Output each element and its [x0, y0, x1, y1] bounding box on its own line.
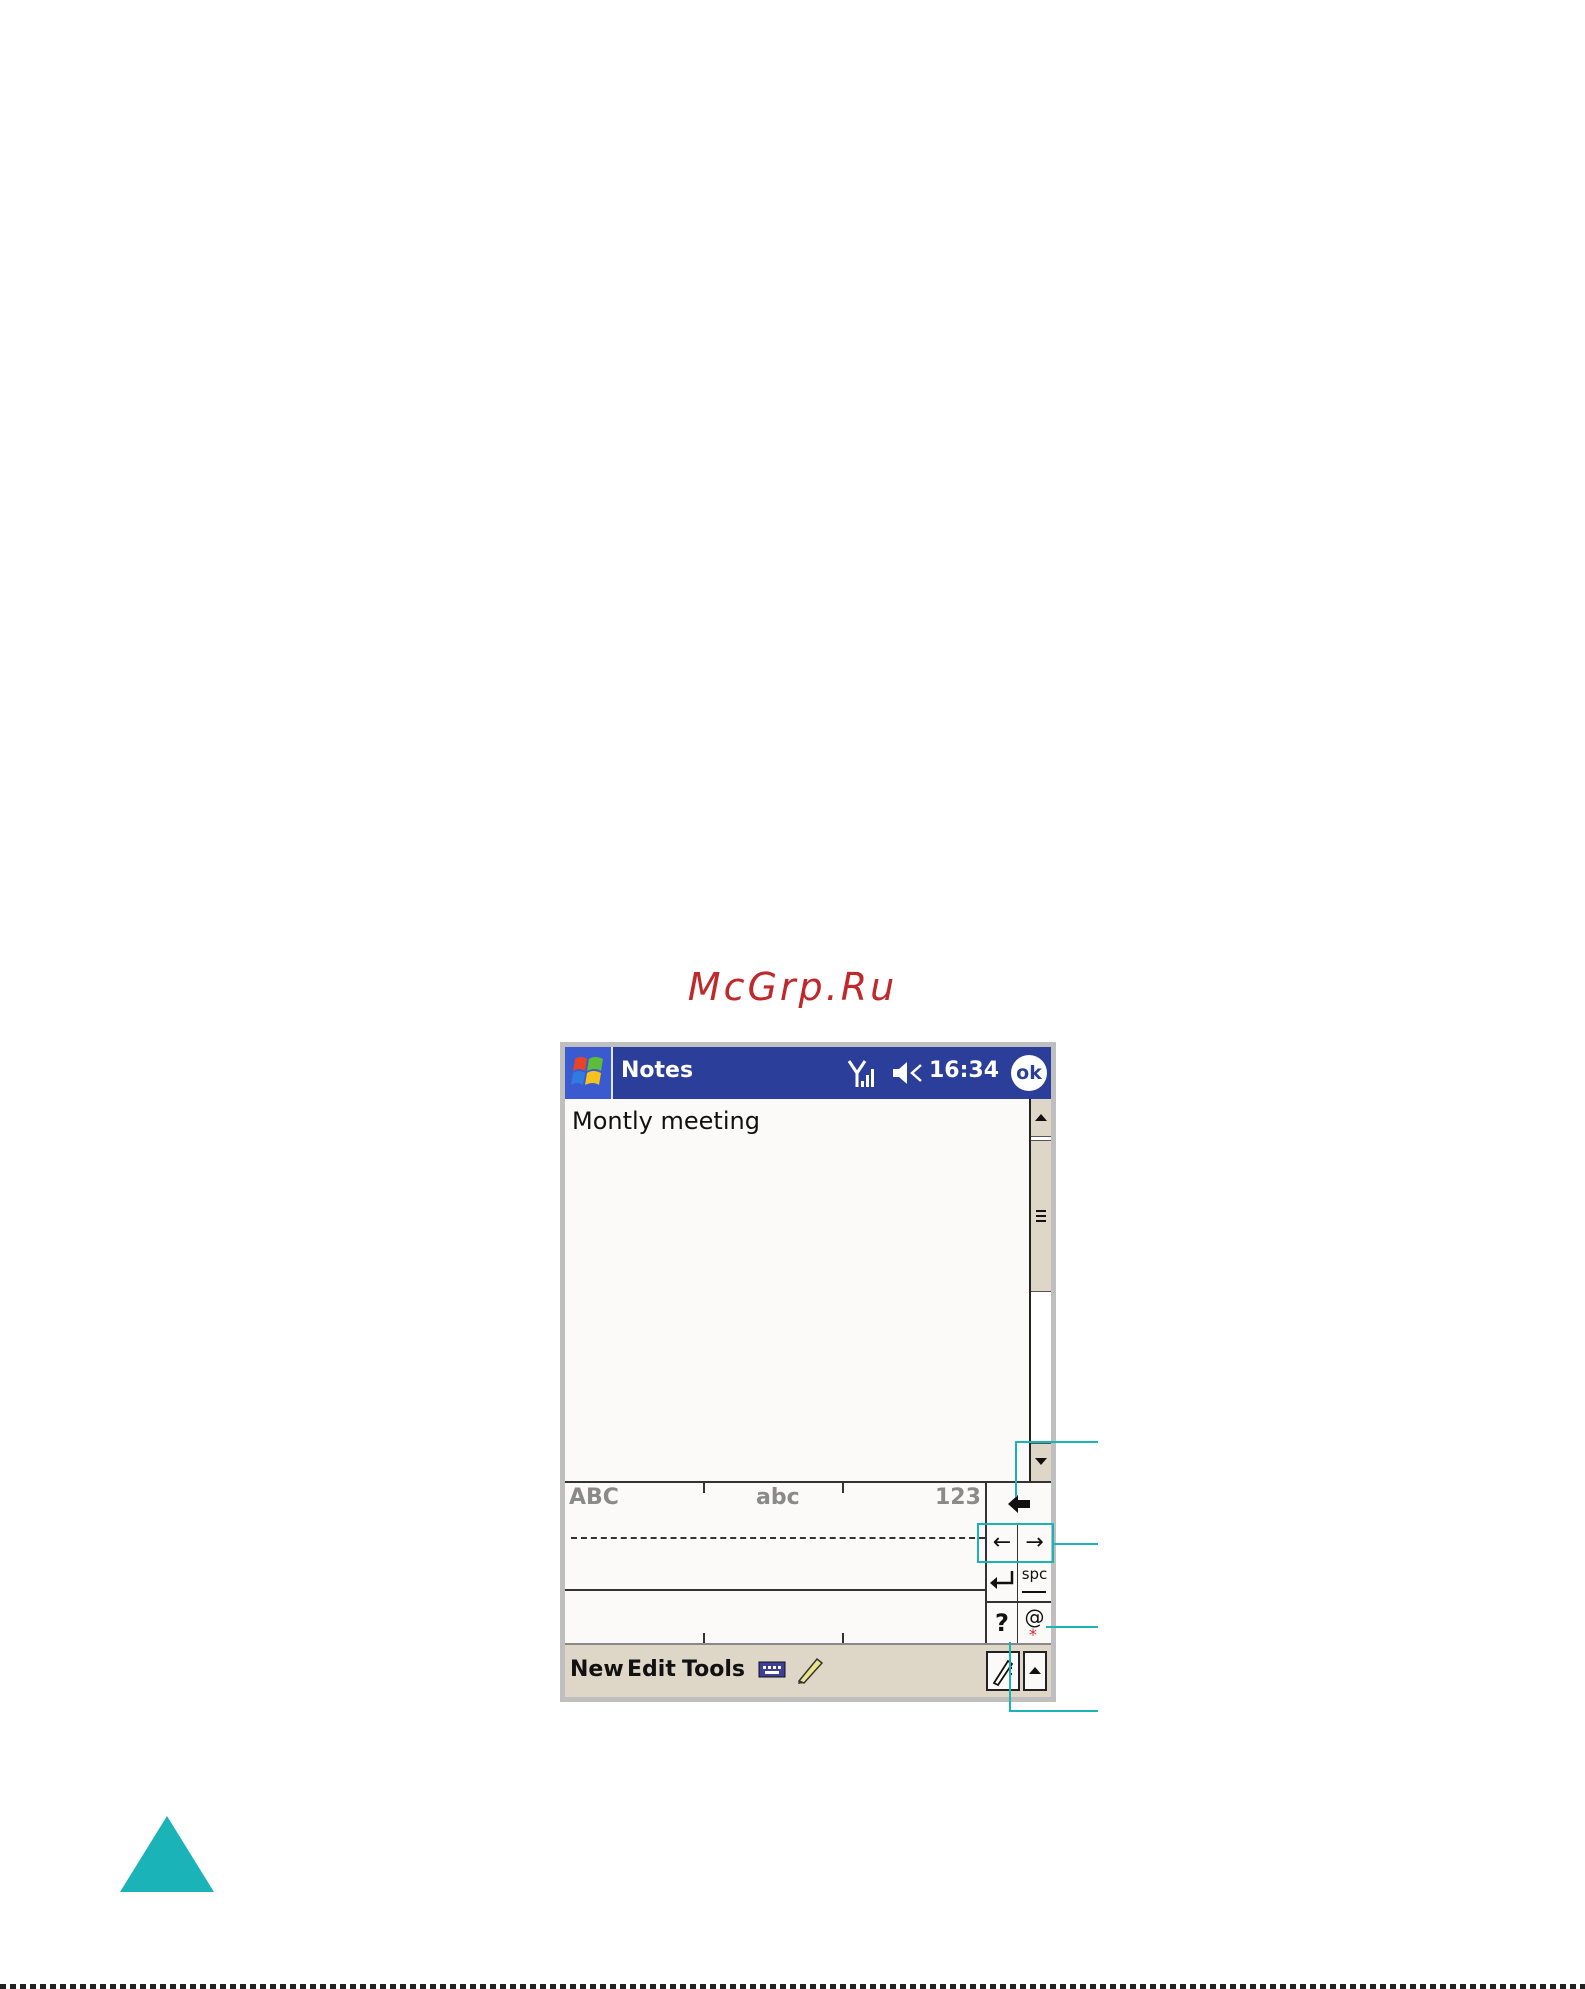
callout-line-help [1009, 1642, 1011, 1712]
menu-edit[interactable]: Edit [627, 1657, 676, 1682]
space-key-label: spc [1021, 1565, 1048, 1583]
device-screen-frame: Notes 16:34 ok Montly meeting ABC abc 12… [560, 1042, 1056, 1702]
title-bar: Notes 16:34 ok [565, 1047, 1051, 1099]
backspace-key[interactable] [985, 1483, 1051, 1525]
screen: Notes 16:34 ok Montly meeting ABC abc 12… [565, 1047, 1051, 1697]
scroll-thumb[interactable] [1031, 1140, 1051, 1292]
callout-line-backspace [1015, 1441, 1098, 1443]
signal-strength-icon[interactable] [847, 1057, 877, 1089]
zone-divider [703, 1633, 705, 1643]
uppercase-zone-label: ABC [569, 1485, 619, 1510]
space-key[interactable]: spc [1018, 1563, 1051, 1603]
triangle-down-icon [1035, 1458, 1047, 1465]
triangle-up-icon [1029, 1667, 1041, 1674]
zone-divider [842, 1633, 844, 1643]
app-title: Notes [621, 1058, 694, 1083]
callout-line-cursor-keys [1054, 1543, 1098, 1545]
space-bar-glyph [1022, 1591, 1046, 1593]
menu-new[interactable]: New [570, 1657, 624, 1682]
symbol-key-mark: * [1029, 1625, 1037, 1644]
callout-line-symbol [1046, 1626, 1098, 1628]
grip-icon [1036, 1210, 1046, 1222]
callout-line-help [1009, 1710, 1098, 1712]
watermark: McGrp.Ru [687, 965, 898, 1009]
writing-baseline [565, 1589, 985, 1591]
clock[interactable]: 16:34 [929, 1058, 999, 1083]
backspace-arrow-icon [1008, 1495, 1030, 1513]
start-button[interactable] [565, 1047, 613, 1099]
menu-tools[interactable]: Tools [682, 1657, 745, 1682]
input-method-menu-button[interactable] [1023, 1651, 1047, 1691]
zone-divider [703, 1483, 705, 1493]
callout-box-cursor-keys [977, 1523, 1054, 1563]
ok-button[interactable]: ok [1011, 1055, 1047, 1091]
enter-icon [990, 1571, 1014, 1589]
enter-key[interactable] [985, 1563, 1018, 1603]
keyboard-icon[interactable] [758, 1660, 786, 1680]
page-bottom-rule [0, 1984, 1585, 1989]
triangle-up-icon [1035, 1114, 1047, 1121]
windows-flag-icon [571, 1057, 603, 1085]
scroll-down-button[interactable] [1031, 1443, 1051, 1481]
note-editor[interactable]: Montly meeting [565, 1099, 1029, 1481]
page-marker-triangle-icon [120, 1816, 214, 1892]
numbers-zone-label: 123 [935, 1485, 981, 1510]
scroll-up-button[interactable] [1031, 1099, 1051, 1137]
baseline-guide [571, 1537, 985, 1539]
zone-divider [842, 1483, 844, 1493]
menu-bar: New Edit Tools [565, 1643, 1051, 1697]
input-selector-icon [992, 1659, 1014, 1687]
help-key[interactable]: ? [985, 1603, 1018, 1643]
input-panel-button[interactable] [986, 1651, 1020, 1691]
note-text[interactable]: Montly meeting [572, 1107, 760, 1135]
symbol-key[interactable]: @ * [1018, 1603, 1051, 1644]
speaker-muted-icon[interactable] [891, 1059, 925, 1087]
vertical-scrollbar[interactable] [1029, 1099, 1051, 1481]
pen-icon[interactable] [795, 1655, 825, 1685]
callout-line-backspace [1015, 1441, 1017, 1497]
lowercase-zone-label: abc [756, 1485, 800, 1510]
